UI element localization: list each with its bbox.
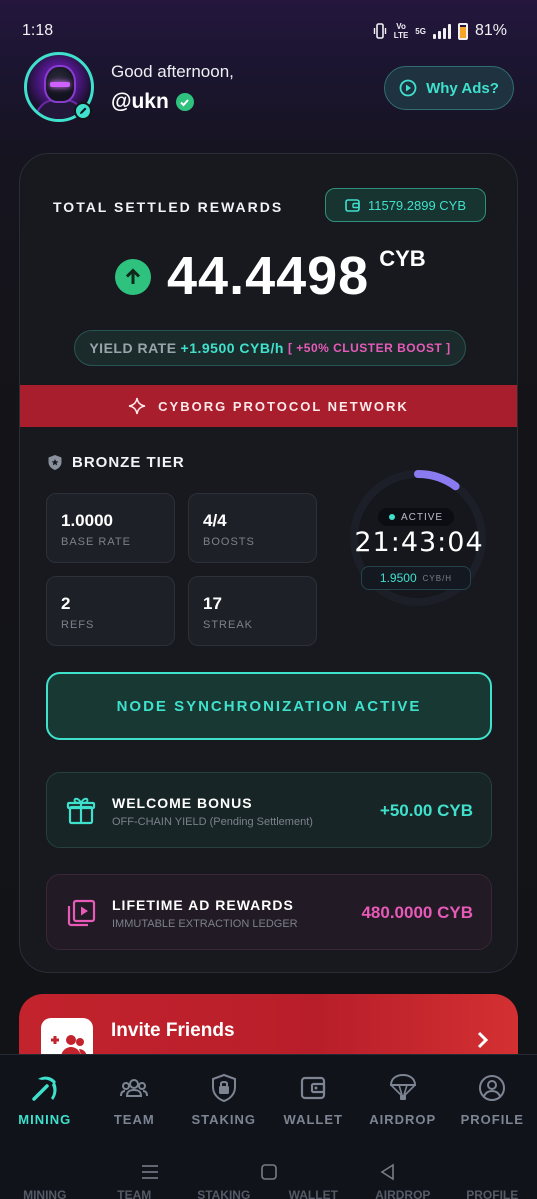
- arrow-up-icon: [115, 259, 151, 295]
- cluster-boost: [ +50% CLUSTER BOOST ]: [287, 341, 451, 355]
- verified-icon: [175, 93, 194, 111]
- battery-icon: [457, 22, 468, 40]
- stat-base-rate: 1.0000 BASE RATE: [46, 493, 175, 563]
- bottom-nav: MINING TEAM STAKING WALLET AIRDROP PROFI…: [0, 1054, 537, 1144]
- sparkle-icon: [129, 397, 146, 415]
- home-icon[interactable]: [260, 1163, 278, 1181]
- node-sync-button[interactable]: NODE SYNCHRONIZATION ACTIVE: [46, 672, 492, 740]
- lock-shield-icon: [211, 1073, 236, 1103]
- username: @ukn: [111, 90, 194, 114]
- nav-item-team[interactable]: TEAM: [90, 1055, 180, 1144]
- total-settled-rewards-label: TOTAL SETTLED REWARDS: [53, 199, 284, 215]
- stat-refs: 2 REFS: [46, 576, 175, 646]
- yield-rate-pill: YIELD RATE +1.9500 CYB/h [ +50% CLUSTER …: [74, 330, 466, 366]
- video-library-icon: [67, 899, 96, 927]
- play-circle-icon: [399, 79, 417, 97]
- recents-icon[interactable]: [141, 1164, 159, 1180]
- header: Good afternoon, @ukn Why Ads?: [24, 52, 514, 124]
- volte-indicator: Vo LTE: [393, 22, 409, 40]
- chevron-right-icon[interactable]: [476, 1030, 490, 1050]
- shield-star-icon: [48, 455, 62, 470]
- lifetime-ad-rewards-card[interactable]: LIFETIME AD REWARDS IMMUTABLE EXTRACTION…: [46, 874, 492, 950]
- nav-item-wallet[interactable]: WALLET: [269, 1055, 359, 1144]
- signal-icon: [432, 23, 451, 39]
- back-icon[interactable]: [379, 1163, 397, 1181]
- status-time: 1:18: [22, 22, 54, 39]
- nav-item-profile[interactable]: PROFILE: [448, 1055, 537, 1144]
- active-status-badge: ACTIVE: [378, 508, 454, 526]
- status-icons: Vo LTE 5G 81%: [373, 22, 507, 40]
- wallet-balance-pill[interactable]: 11579.2899 CYB: [325, 188, 486, 222]
- pickaxe-icon: [32, 1076, 57, 1101]
- invite-friends-title: Invite Friends: [111, 1020, 235, 1041]
- wallet-icon: [345, 198, 360, 212]
- mining-rate-chip: 1.9500 CYB/H: [361, 566, 471, 590]
- stat-boosts: 4/4 BOOSTS: [188, 493, 317, 563]
- vibrate-icon: [373, 23, 386, 39]
- mining-card: TOTAL SETTLED REWARDS 11579.2899 CYB 44.…: [19, 153, 518, 973]
- gift-icon: [66, 797, 96, 825]
- network-type: 5G: [415, 26, 426, 36]
- profile-icon: [479, 1075, 506, 1101]
- battery-percent: 81%: [474, 22, 507, 39]
- edit-avatar-icon[interactable]: [74, 102, 92, 120]
- stat-streak: 17 STREAK: [188, 576, 317, 646]
- nav-item-staking[interactable]: STAKING: [179, 1055, 269, 1144]
- total-rewards-amount: 44.4498: [167, 246, 370, 306]
- welcome-bonus-value: +50.00 CYB: [379, 801, 473, 820]
- nav-item-mining[interactable]: MINING: [0, 1055, 90, 1144]
- lifetime-ad-rewards-value: 480.0000 CYB: [361, 903, 473, 922]
- welcome-bonus-card[interactable]: WELCOME BONUS OFF-CHAIN YIELD (Pending S…: [46, 772, 492, 848]
- team-icon: [120, 1079, 149, 1097]
- wallet-icon: [301, 1076, 326, 1100]
- total-rewards-unit: CYB: [379, 246, 426, 271]
- tier-heading: BRONZE TIER: [47, 454, 185, 471]
- total-rewards-display: 44.4498 CYB: [115, 246, 426, 306]
- nav-item-airdrop[interactable]: AIRDROP: [358, 1055, 448, 1144]
- active-dot-icon: [388, 514, 395, 520]
- why-ads-button[interactable]: Why Ads?: [384, 66, 514, 110]
- protocol-banner: CYBORG PROTOCOL NETWORK: [20, 385, 517, 427]
- parachute-icon: [389, 1073, 416, 1100]
- mining-countdown: 21:43:04: [354, 527, 484, 558]
- greeting: Good afternoon,: [111, 62, 234, 81]
- nav-label-echo: MINING TEAM STAKING WALLET AIRDROP PROFI…: [23, 1188, 519, 1199]
